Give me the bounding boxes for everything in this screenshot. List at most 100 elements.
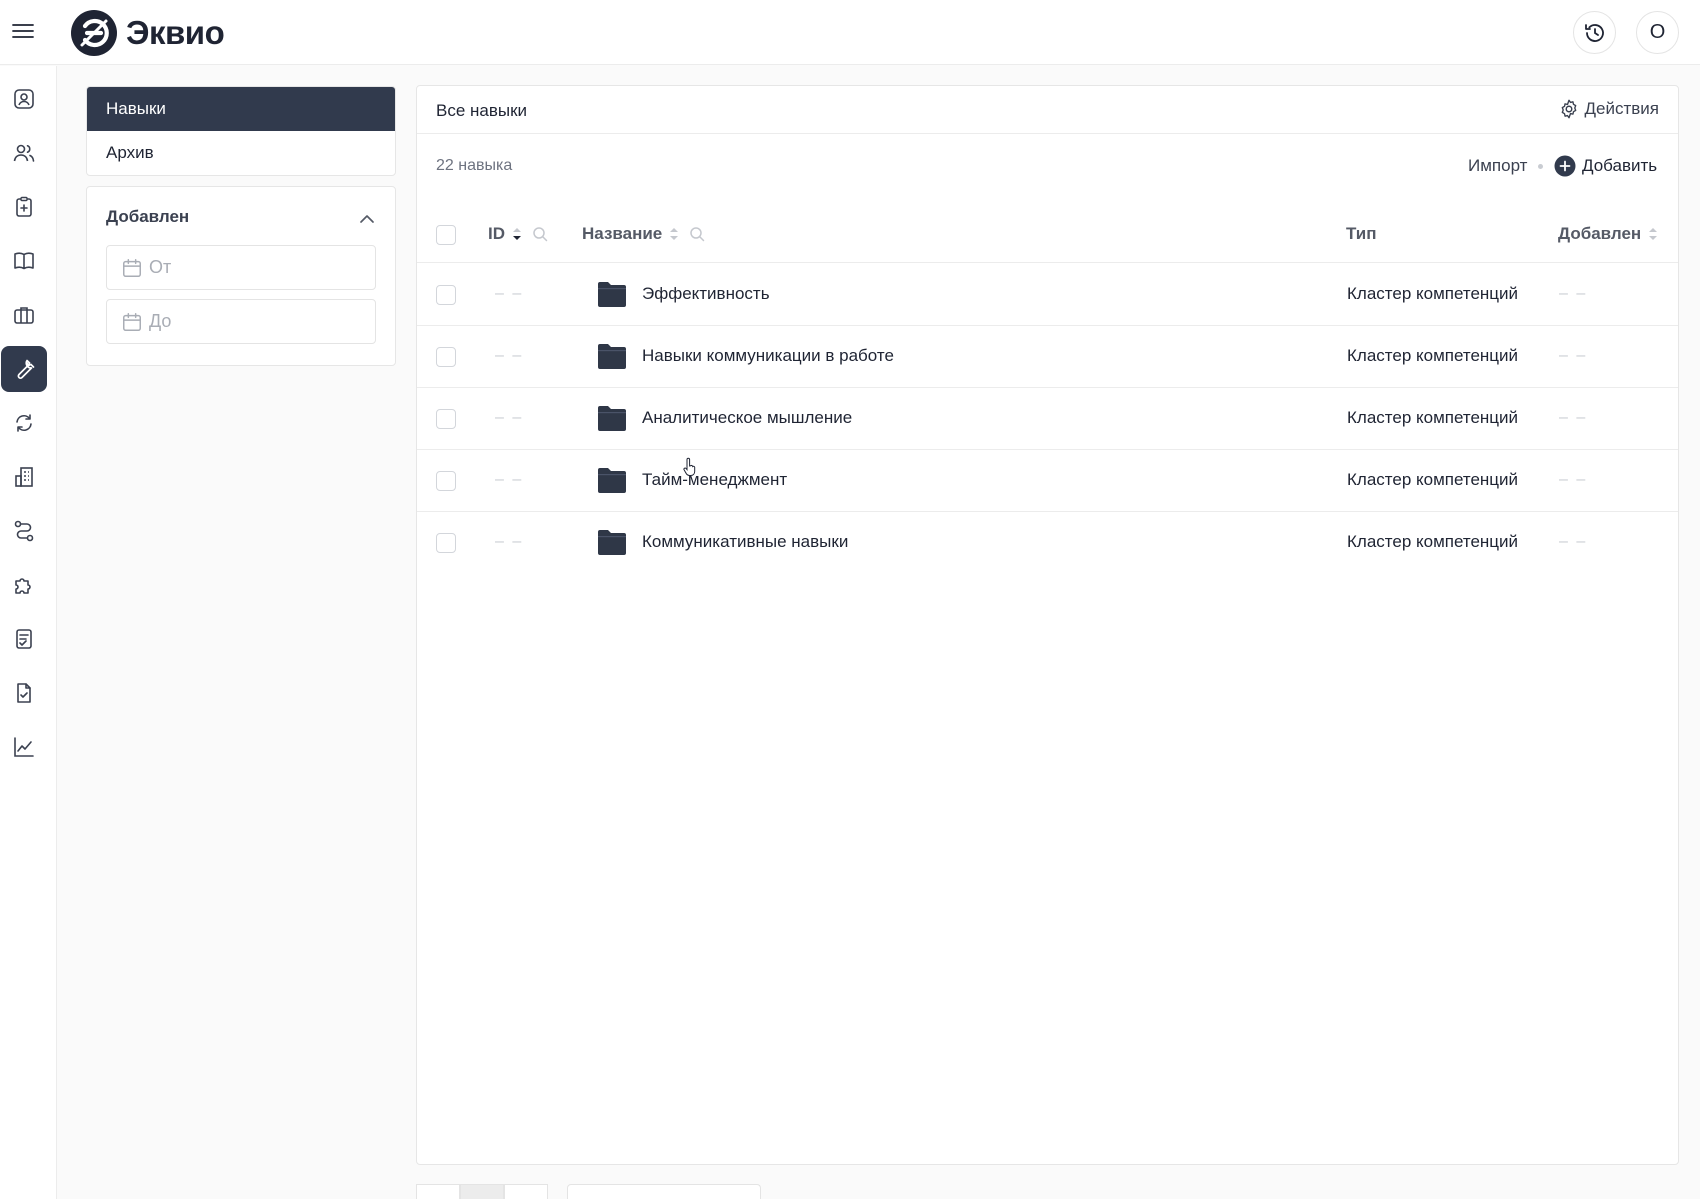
add-label: Добавить <box>1582 156 1658 175</box>
rail-item-company[interactable] <box>1 454 47 500</box>
table-header: ID Название Тип Добавлен <box>417 206 1678 263</box>
menu-icon[interactable] <box>11 19 35 43</box>
column-header-type: Тип <box>1346 224 1376 244</box>
pager-page[interactable] <box>460 1184 504 1199</box>
add-button[interactable]: Добавить <box>1554 155 1657 177</box>
date-from-field[interactable] <box>106 245 376 290</box>
rail-item-library[interactable] <box>1 238 47 284</box>
row-name[interactable]: Аналитическое мышление <box>642 408 852 428</box>
rail-item-documents[interactable] <box>1 670 47 716</box>
user-avatar-button[interactable]: О <box>1636 11 1679 54</box>
date-to-input[interactable] <box>149 311 349 332</box>
table-row[interactable]: – – Навыки коммуникации в работе Кластер… <box>417 326 1678 388</box>
rail-item-skills[interactable] <box>1 346 47 392</box>
filter-title: Добавлен <box>106 207 190 226</box>
history-icon <box>1584 23 1604 42</box>
row-checkbox[interactable] <box>436 409 456 429</box>
row-name[interactable]: Тайм-менеджмент <box>642 470 787 490</box>
sort-icon[interactable] <box>668 225 680 243</box>
table-row[interactable]: – – Тайм-менеджмент Кластер компетенций … <box>417 450 1678 512</box>
row-added: – – <box>1559 471 1588 488</box>
pager-prev[interactable] <box>416 1184 460 1199</box>
logo[interactable]: Эквио <box>70 9 225 57</box>
row-added: – – <box>1559 409 1588 426</box>
row-added: – – <box>1559 347 1588 364</box>
row-id: – – <box>495 285 524 302</box>
table-row[interactable]: – – Эффективность Кластер компетенций – … <box>417 264 1678 326</box>
rail-item-analytics[interactable] <box>1 724 47 770</box>
column-header-id: ID <box>488 224 548 244</box>
sort-icon[interactable] <box>511 225 523 243</box>
panel-title: Все навыки <box>436 101 528 120</box>
skills-count: 22 навыка <box>436 157 513 174</box>
brand-name: Эквио <box>126 14 225 51</box>
page-size-select[interactable] <box>567 1184 761 1199</box>
filter-panel: Добавлен <box>86 186 396 366</box>
rail-item-integrations[interactable] <box>1 562 47 608</box>
row-id: – – <box>495 347 524 364</box>
separator-dot <box>1538 164 1543 169</box>
calendar-icon <box>123 258 141 277</box>
row-type: Кластер компетенций <box>1347 284 1519 303</box>
row-checkbox[interactable] <box>436 471 456 491</box>
rail-item-vacancies[interactable] <box>1 292 47 338</box>
rail-item-profile[interactable] <box>1 76 47 122</box>
rail-item-sync[interactable] <box>1 400 47 446</box>
logo-mark-icon <box>71 10 117 56</box>
table-row[interactable]: – – Коммуникативные навыки Кластер компе… <box>417 512 1678 574</box>
users-icon <box>13 144 35 162</box>
column-added-label: Добавлен <box>1558 224 1642 243</box>
plus-circle-icon <box>1554 155 1576 177</box>
table-row[interactable]: – – Аналитическое мышление Кластер компе… <box>417 388 1678 450</box>
row-id: – – <box>495 533 524 550</box>
row-name[interactable]: Эффективность <box>642 284 770 304</box>
rail-item-checklists[interactable] <box>1 616 47 662</box>
folder-icon <box>598 344 626 369</box>
section-nav: Навыки Архив <box>86 86 396 176</box>
row-name[interactable]: Навыки коммуникации в работе <box>642 346 894 366</box>
actions-button[interactable]: Действия <box>1558 98 1659 120</box>
row-checkbox[interactable] <box>436 285 456 305</box>
rail-item-users[interactable] <box>1 130 47 176</box>
section-nav-item-skills[interactable]: Навыки <box>87 87 395 131</box>
gear-icon <box>1561 99 1576 119</box>
wrench-icon <box>17 359 35 379</box>
chart-line-icon <box>14 737 34 757</box>
row-type: Кластер компетенций <box>1347 532 1519 551</box>
actions-label: Действия <box>1584 99 1659 118</box>
panel-header: Все навыки Действия <box>417 86 1678 134</box>
date-from-input[interactable] <box>149 257 349 278</box>
date-to-field[interactable] <box>106 299 376 344</box>
folder-icon <box>598 406 626 431</box>
row-name[interactable]: Коммуникативные навыки <box>642 532 848 552</box>
rail-item-routes[interactable] <box>1 508 47 554</box>
folder-icon <box>598 468 626 493</box>
import-button[interactable]: Импорт <box>1468 156 1527 176</box>
column-type-label: Тип <box>1346 224 1377 243</box>
history-button[interactable] <box>1573 11 1616 54</box>
column-id-label: ID <box>488 224 505 243</box>
top-bar: Эквио О <box>0 0 1700 65</box>
book-icon <box>14 252 34 270</box>
document-check-icon <box>17 683 31 703</box>
sort-icon[interactable] <box>1647 225 1659 243</box>
left-rail <box>0 66 57 1199</box>
section-nav-item-archive[interactable]: Архив <box>87 131 395 175</box>
user-card-icon <box>14 89 34 109</box>
row-added: – – <box>1559 285 1588 302</box>
skills-panel: Все навыки Действия 22 навыка Импорт Доб… <box>416 85 1679 1165</box>
select-all-checkbox[interactable] <box>436 225 456 245</box>
row-type: Кластер компетенций <box>1347 346 1519 365</box>
row-checkbox[interactable] <box>436 533 456 553</box>
calendar-icon <box>123 312 141 331</box>
search-icon[interactable] <box>689 226 705 242</box>
row-checkbox[interactable] <box>436 347 456 367</box>
row-added: – – <box>1559 533 1588 550</box>
search-icon[interactable] <box>532 226 548 242</box>
row-id: – – <box>495 409 524 426</box>
chevron-up-icon[interactable] <box>357 209 377 229</box>
refresh-icon <box>16 414 32 432</box>
rail-item-tasks[interactable] <box>1 184 47 230</box>
route-icon <box>14 520 34 542</box>
pager-next[interactable] <box>504 1184 548 1199</box>
